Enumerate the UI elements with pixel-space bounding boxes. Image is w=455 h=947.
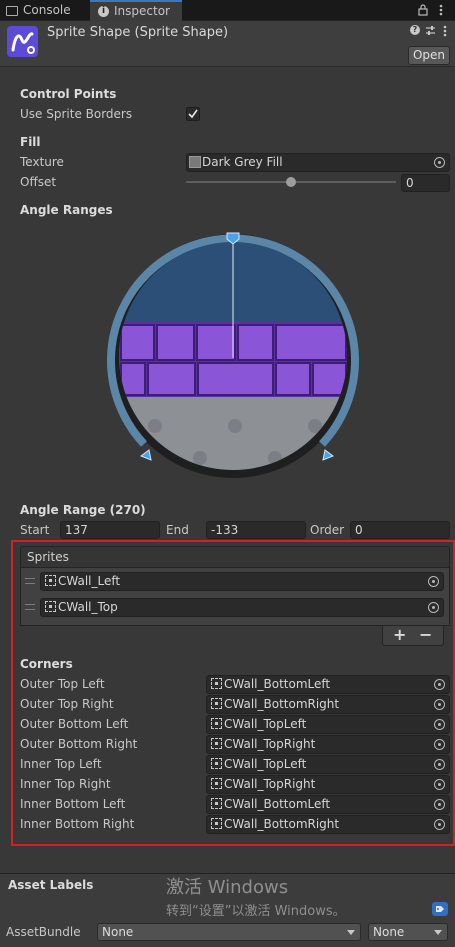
corner-label: Outer Top Right <box>20 697 114 711</box>
object-picker-icon[interactable] <box>434 799 445 810</box>
corner-field-outer-bottom-left[interactable]: CWall_TopLeft <box>206 715 450 734</box>
corner-label: Outer Bottom Left <box>20 717 129 731</box>
corner-label: Inner Top Right <box>20 777 111 791</box>
sprite-icon <box>45 601 56 612</box>
corner-field-outer-bottom-right[interactable]: CWall_TopRight <box>206 735 450 754</box>
list-footer: + − <box>382 625 444 646</box>
sprite-icon <box>45 575 56 586</box>
sprite-icon <box>211 798 222 809</box>
tab-inspector[interactable]: i Inspector <box>90 0 182 22</box>
preset-icon[interactable] <box>425 25 436 36</box>
corner-field-inner-top-right[interactable]: CWall_TopRight <box>206 775 450 794</box>
sprites-list-header: Sprites <box>20 546 450 568</box>
info-icon: i <box>98 6 109 17</box>
object-picker-icon[interactable] <box>428 602 439 613</box>
drag-handle-icon[interactable] <box>25 578 35 584</box>
sprite-icon <box>211 818 222 829</box>
label-tag-icon[interactable] <box>432 902 448 916</box>
texture-label: Texture <box>20 155 64 169</box>
sprite-icon <box>211 738 222 749</box>
asset-bundle-label: AssetBundle <box>6 925 81 939</box>
offset-label: Offset <box>20 175 57 189</box>
object-picker-icon[interactable] <box>434 819 445 830</box>
open-button[interactable]: Open <box>408 46 450 65</box>
offset-input[interactable]: 0 <box>401 174 450 192</box>
sprites-heading: Sprites <box>27 550 69 564</box>
sprite-item-1[interactable]: CWall_Top <box>40 598 444 617</box>
end-input[interactable]: -133 <box>206 521 306 539</box>
object-picker-icon[interactable] <box>434 779 445 790</box>
object-picker-icon[interactable] <box>434 759 445 770</box>
start-input[interactable]: 137 <box>60 521 160 539</box>
asset-variant-dropdown[interactable]: None <box>368 923 448 941</box>
object-picker-icon[interactable] <box>434 699 445 710</box>
use-sprite-borders-checkbox[interactable] <box>186 107 200 121</box>
sprite-item-0[interactable]: CWall_Left <box>40 572 444 591</box>
corner-field-inner-bottom-left[interactable]: CWall_BottomLeft <box>206 795 450 814</box>
drag-handle-icon[interactable] <box>25 604 35 610</box>
chevron-down-icon <box>434 930 442 935</box>
kebab-menu-icon[interactable] <box>438 4 444 16</box>
range-top-handle[interactable] <box>224 230 242 246</box>
sprite-icon <box>211 698 222 709</box>
object-picker-icon[interactable] <box>434 739 445 750</box>
angle-range-heading: Angle Range (270) <box>20 503 146 517</box>
inspector-header: Sprite Shape (Sprite Shape) ? Open <box>0 21 455 67</box>
object-picker-icon[interactable] <box>434 719 445 730</box>
lock-icon[interactable] <box>418 4 428 16</box>
angle-ranges-heading: Angle Ranges <box>20 203 113 217</box>
sprite-icon <box>211 678 222 689</box>
sprite-icon <box>211 778 222 789</box>
control-points-heading: Control Points <box>20 87 117 101</box>
corner-field-outer-top-right[interactable]: CWall_BottomRight <box>206 695 450 714</box>
corner-label: Inner Top Left <box>20 757 102 771</box>
object-picker-icon[interactable] <box>434 679 445 690</box>
asset-labels-heading: Asset Labels <box>8 878 94 892</box>
corner-field-inner-bottom-right[interactable]: CWall_BottomRight <box>206 815 450 834</box>
component-menu-icon[interactable] <box>442 25 448 37</box>
offset-slider-thumb[interactable] <box>286 177 296 187</box>
texture-field[interactable]: Dark Grey Fill <box>186 153 450 172</box>
order-input[interactable]: 0 <box>350 521 450 539</box>
chevron-down-icon <box>347 930 355 935</box>
sprite-icon <box>211 718 222 729</box>
checkmark-icon <box>188 109 198 119</box>
use-sprite-borders-label: Use Sprite Borders <box>20 107 133 121</box>
add-sprite-button[interactable]: + <box>393 625 406 644</box>
corner-field-outer-top-left[interactable]: CWall_BottomLeft <box>206 675 450 694</box>
range-end-handle[interactable] <box>322 446 336 460</box>
order-label: Order <box>310 523 345 537</box>
object-picker-icon[interactable] <box>428 576 439 587</box>
help-icon[interactable]: ? <box>410 25 420 35</box>
sprite-shape-icon <box>7 26 38 57</box>
remove-sprite-button[interactable]: − <box>419 625 432 644</box>
tab-bar: Console i Inspector <box>0 0 455 22</box>
corner-label: Outer Bottom Right <box>20 737 138 751</box>
end-label: End <box>166 523 189 537</box>
tab-console[interactable]: Console <box>6 0 71 21</box>
watermark-title: 激活 Windows <box>166 877 289 898</box>
start-label: Start <box>20 523 50 537</box>
fill-heading: Fill <box>20 135 41 149</box>
corner-field-inner-top-left[interactable]: CWall_TopLeft <box>206 755 450 774</box>
range-start-handle[interactable] <box>138 450 152 464</box>
component-title: Sprite Shape (Sprite Shape) <box>47 25 229 40</box>
object-picker-icon[interactable] <box>434 157 445 168</box>
corner-label: Inner Bottom Left <box>20 797 126 811</box>
texture-thumbnail-icon <box>189 156 201 168</box>
watermark-subtitle: 转到“设置”以激活 Windows。 <box>166 904 346 919</box>
console-icon <box>6 5 18 16</box>
corners-heading: Corners <box>20 657 73 671</box>
corner-label: Inner Bottom Right <box>20 817 135 831</box>
corner-label: Outer Top Left <box>20 677 105 691</box>
sprite-icon <box>211 758 222 769</box>
asset-bundle-dropdown[interactable]: None <box>97 923 361 941</box>
